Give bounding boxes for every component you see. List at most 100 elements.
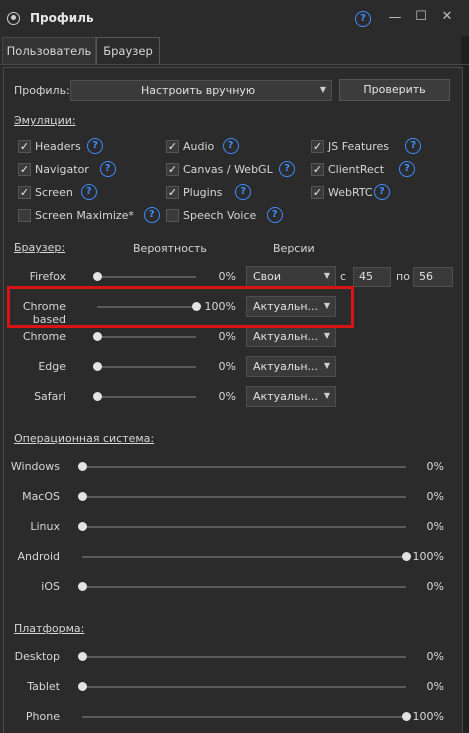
os-percent: 100% bbox=[412, 550, 444, 563]
help-icon[interactable]: ? bbox=[99, 161, 116, 177]
platform-label: Tablet bbox=[27, 680, 60, 693]
version-select[interactable]: Актуальн... ▼ bbox=[246, 326, 336, 347]
help-icon[interactable]: ? bbox=[222, 138, 239, 154]
os-slider-track[interactable] bbox=[82, 556, 406, 558]
versions-header: Версии bbox=[273, 242, 315, 255]
browser-label: Firefox bbox=[29, 270, 66, 283]
chevron-down-icon: ▼ bbox=[323, 361, 330, 370]
version-select[interactable]: Свои ▼ bbox=[246, 266, 336, 287]
window-title: Профиль bbox=[30, 11, 94, 25]
browser-percent: 0% bbox=[218, 360, 236, 373]
browser-slider-knob[interactable] bbox=[92, 392, 102, 401]
browser-label: Edge bbox=[38, 360, 66, 373]
os-slider-knob[interactable] bbox=[77, 522, 87, 531]
platform-slider-track[interactable] bbox=[82, 686, 406, 688]
platform-slider-track[interactable] bbox=[82, 716, 406, 718]
help-icon[interactable]: ? bbox=[80, 184, 97, 200]
os-slider-knob[interactable] bbox=[77, 492, 87, 501]
os-slider-track[interactable] bbox=[82, 526, 406, 528]
emulation-checkbox[interactable] bbox=[166, 209, 179, 222]
tab-browser[interactable]: Браузер bbox=[96, 37, 160, 65]
emulation-checkbox[interactable]: ✓ bbox=[166, 163, 179, 176]
browser-slider-track[interactable] bbox=[97, 396, 196, 398]
help-icon[interactable]: ? bbox=[143, 207, 160, 223]
os-slider-knob[interactable] bbox=[77, 462, 87, 471]
version-select-value: Актуальн... bbox=[253, 330, 319, 343]
emulation-checkbox[interactable]: ✓ bbox=[311, 163, 324, 176]
emulation-checkbox[interactable]: ✓ bbox=[166, 140, 179, 153]
browser-label: Safari bbox=[34, 390, 66, 403]
browser-slider-track[interactable] bbox=[97, 336, 196, 338]
check-button[interactable]: Проверить bbox=[339, 79, 450, 101]
emulation-checkbox[interactable]: ✓ bbox=[18, 186, 31, 199]
version-select[interactable]: Актуальн... ▼ bbox=[246, 386, 336, 407]
browser-percent: 0% bbox=[218, 390, 236, 403]
os-slider-track[interactable] bbox=[82, 586, 406, 588]
platform-percent: 0% bbox=[426, 680, 444, 693]
tab-user[interactable]: Пользователь bbox=[2, 37, 96, 65]
platform-slider-track[interactable] bbox=[82, 656, 406, 658]
browser-slider-track[interactable] bbox=[97, 276, 196, 278]
emulation-checkbox[interactable] bbox=[18, 209, 31, 222]
browser-slider-knob[interactable] bbox=[92, 272, 102, 281]
platform-label: Desktop bbox=[14, 650, 60, 663]
emulation-checkbox[interactable]: ✓ bbox=[18, 140, 31, 153]
close-icon[interactable]: ✕ bbox=[439, 9, 455, 24]
emulation-label: Screen bbox=[35, 186, 73, 199]
version-from-input[interactable]: 45 bbox=[353, 267, 391, 287]
emulation-label: WebRTC bbox=[328, 186, 373, 199]
browser-slider-knob[interactable] bbox=[92, 332, 102, 341]
profile-icon bbox=[7, 12, 20, 25]
help-icon[interactable]: ? bbox=[373, 184, 390, 200]
platform-percent: 0% bbox=[426, 650, 444, 663]
os-slider-track[interactable] bbox=[82, 466, 406, 468]
emulation-label: Headers bbox=[35, 140, 81, 153]
help-icon[interactable]: ? bbox=[355, 11, 371, 27]
to-label: по bbox=[396, 270, 410, 283]
emulation-checkbox[interactable]: ✓ bbox=[18, 163, 31, 176]
tab-divider bbox=[0, 64, 469, 65]
maximize-icon[interactable]: ☐ bbox=[413, 9, 429, 24]
os-slider-knob[interactable] bbox=[77, 582, 87, 591]
os-slider-track[interactable] bbox=[82, 496, 406, 498]
emulation-label: ClientRect bbox=[328, 163, 385, 176]
emulations-title: Эмуляции: bbox=[14, 114, 76, 127]
platform-slider-knob[interactable] bbox=[77, 682, 87, 691]
profile-select-value: Настроить вручную bbox=[141, 84, 256, 97]
browser-percent: 0% bbox=[218, 270, 236, 283]
browser-slider-track[interactable] bbox=[97, 366, 196, 368]
emulation-label: JS Features bbox=[328, 140, 390, 153]
os-percent: 0% bbox=[426, 520, 444, 533]
platform-label: Phone bbox=[25, 710, 60, 723]
version-to-input[interactable]: 56 bbox=[413, 267, 453, 287]
help-icon[interactable]: ? bbox=[399, 161, 415, 177]
browser-label: Chrome bbox=[22, 330, 66, 343]
emulation-checkbox[interactable]: ✓ bbox=[311, 186, 324, 199]
emulation-label: Speech Voice bbox=[183, 209, 257, 222]
help-icon[interactable]: ? bbox=[266, 207, 283, 223]
from-label: с bbox=[340, 270, 347, 283]
emulation-checkbox[interactable]: ✓ bbox=[166, 186, 179, 199]
browser-slider-knob[interactable] bbox=[92, 362, 102, 371]
profile-select[interactable]: Настроить вручную ▼ bbox=[70, 80, 332, 101]
help-icon[interactable]: ? bbox=[235, 184, 252, 200]
os-title: Операционная система: bbox=[14, 432, 155, 445]
emulation-label: Navigator bbox=[35, 163, 89, 176]
emulation-checkbox[interactable]: ✓ bbox=[311, 140, 324, 153]
version-select-value: Актуальн... bbox=[253, 360, 319, 373]
version-select[interactable]: Актуальн... ▼ bbox=[246, 356, 336, 377]
help-icon[interactable]: ? bbox=[87, 138, 104, 154]
probability-header: Вероятность bbox=[133, 242, 207, 255]
emulation-label: Canvas / WebGL bbox=[183, 163, 273, 176]
version-select-value: Актуальн... bbox=[253, 390, 319, 403]
os-label: Windows bbox=[10, 460, 60, 473]
chevron-down-icon: ▼ bbox=[323, 271, 330, 280]
minimize-icon[interactable]: — bbox=[387, 10, 403, 25]
emulation-label: Audio bbox=[183, 140, 215, 153]
os-label: Linux bbox=[30, 520, 60, 533]
highlight-box bbox=[7, 286, 354, 328]
emulation-label: Plugins bbox=[183, 186, 223, 199]
title-bar: Профиль ? — ☐ ✕ bbox=[0, 0, 469, 36]
os-label: Android bbox=[17, 550, 60, 563]
platform-slider-knob[interactable] bbox=[77, 652, 87, 661]
